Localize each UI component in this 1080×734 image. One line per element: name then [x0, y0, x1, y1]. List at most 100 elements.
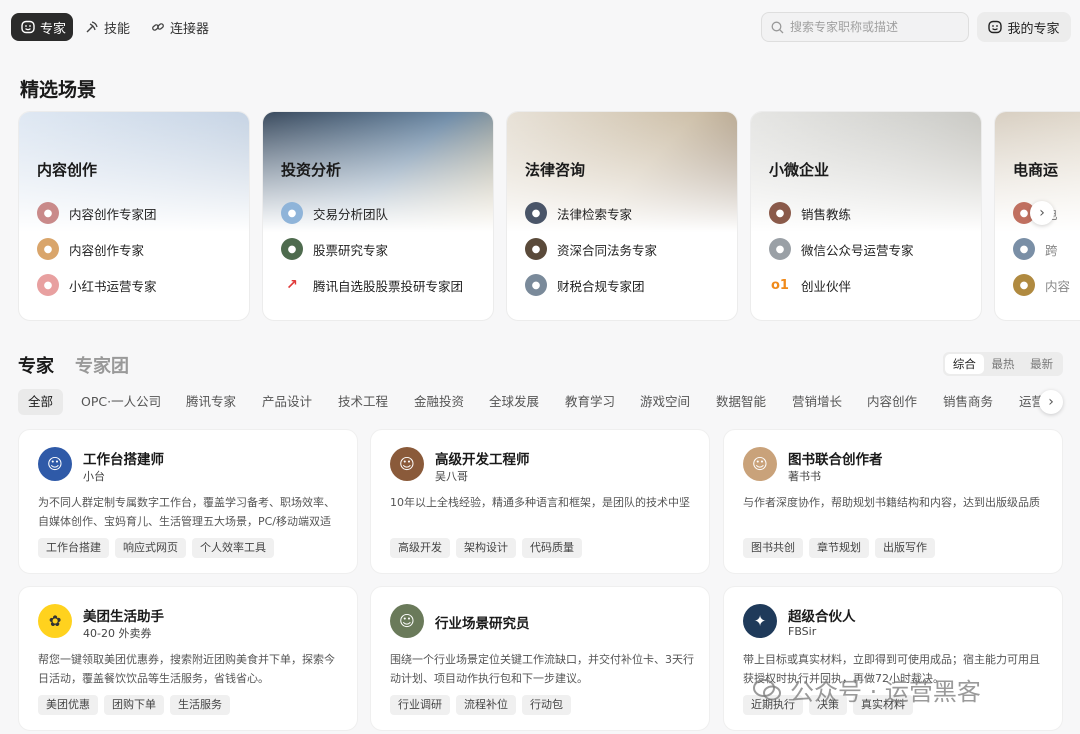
scene-title: 法律咨询 — [525, 161, 586, 179]
top-bar: 专家 技能 连接器 我的专家 — [0, 0, 1080, 56]
search-input[interactable] — [790, 20, 960, 34]
person-glasses-icon: ☺ — [743, 447, 777, 481]
category-education[interactable]: 教育学习 — [555, 389, 625, 415]
category-tencent[interactable]: 腾讯专家 — [176, 389, 246, 415]
scene-item[interactable]: ● 销售教练 — [769, 202, 851, 224]
avatar: ● — [37, 274, 59, 296]
tab-skills[interactable]: 技能 — [85, 13, 135, 41]
watermark-label: 公众号 · 运营黑客 — [790, 678, 981, 706]
tag: 流程补位 — [456, 695, 516, 715]
avatar: ● — [769, 202, 791, 224]
avatar: ● — [525, 238, 547, 260]
featured-next-button[interactable]: › — [1030, 201, 1054, 225]
scene-item[interactable]: ● 法律检索专家 — [525, 202, 632, 224]
tab-experts-label: 专家 — [40, 21, 67, 37]
scene-item-label: 跨 — [1045, 242, 1058, 258]
scene-item[interactable]: ● 跨 — [1013, 238, 1058, 260]
smile-face-icon — [988, 20, 1003, 34]
category-engineering[interactable]: 技术工程 — [328, 389, 398, 415]
tag: 行业调研 — [390, 695, 450, 715]
scene-item-label: 股票研究专家 — [313, 242, 389, 258]
tag-list: 美团优惠 团购下单 生活服务 — [38, 695, 236, 715]
category-data[interactable]: 数据智能 — [706, 389, 776, 415]
category-product-design[interactable]: 产品设计 — [252, 389, 322, 415]
scene-item-label: 内容创作专家团 — [69, 206, 157, 222]
expert-author: FBSir — [788, 625, 817, 638]
expert-card[interactable]: ☺ 图书联合创作者 著书书 与作者深度协作，帮助规划书籍结构和内容，达到出版级品… — [723, 429, 1063, 574]
category-gaming[interactable]: 游戏空间 — [630, 389, 700, 415]
sort-comprehensive[interactable]: 综合 — [945, 354, 984, 374]
person-blue-icon: ☺ — [38, 447, 72, 481]
category-global[interactable]: 全球发展 — [479, 389, 549, 415]
category-all[interactable]: 全部 — [18, 389, 64, 415]
scene-item[interactable]: ● 资深合同法务专家 — [525, 238, 657, 260]
tag: 个人效率工具 — [192, 538, 274, 558]
scene-card-content[interactable]: 内容创作 ● 内容创作专家团 ● 内容创作专家 ● 小红书运营专家 — [18, 111, 250, 321]
scene-item[interactable]: ● 内容创作专家 — [37, 238, 144, 260]
kangaroo-mascot-icon: ✿ — [38, 604, 72, 638]
category-sales[interactable]: 销售商务 — [933, 389, 1003, 415]
expert-name: 超级合伙人 — [788, 609, 856, 625]
expert-description: 帮您一键领取美团优惠券，搜索附近团购美食并下单，探索今日活动，覆盖餐饮饮品等生活… — [38, 653, 335, 685]
scene-item[interactable]: ● 财税合规专家团 — [525, 274, 645, 296]
featured-section-title: 精选场景 — [20, 79, 97, 101]
tab-expert-team[interactable]: 专家团 — [75, 352, 129, 378]
partner-logo-icon: o1 — [769, 274, 791, 296]
sort-newest[interactable]: 最新 — [1022, 354, 1061, 374]
scene-item[interactable]: ● 交易分析团队 — [281, 202, 388, 224]
scene-item[interactable]: ● 股票研究专家 — [281, 238, 388, 260]
scene-item[interactable]: ↗ 腾讯自选股股票投研专家团 — [281, 274, 463, 296]
avatar: ● — [769, 238, 791, 260]
scene-item[interactable]: ● 小红书运营专家 — [37, 274, 157, 296]
expert-name: 工作台搭建师 — [83, 452, 164, 468]
tab-connectors[interactable]: 连接器 — [151, 13, 215, 41]
scene-item-label: 财税合规专家团 — [557, 278, 645, 294]
expert-card[interactable]: ☺ 行业场景研究员 围绕一个行业场景定位关键工作流缺口，并交付补位卡、3天行动计… — [370, 586, 710, 731]
tag: 响应式网页 — [115, 538, 186, 558]
expert-card[interactable]: ✿ 美团生活助手 40-20 外卖券 帮您一键领取美团优惠券，搜索附近团购美食并… — [18, 586, 358, 731]
expert-name: 高级开发工程师 — [435, 452, 530, 468]
expert-card[interactable]: ✦ 超级合伙人 FBSir 带上目标或真实材料，立即得到可使用成品；宿主能力可用… — [723, 586, 1063, 731]
person-researcher-icon: ☺ — [390, 604, 424, 638]
scene-item[interactable]: ● 微信公众号运营专家 — [769, 238, 914, 260]
my-experts-button[interactable]: 我的专家 — [977, 12, 1071, 42]
tab-experts[interactable]: 专家 — [11, 13, 73, 41]
expert-card[interactable]: ☺ 高级开发工程师 吴八哥 10年以上全栈经验，精通多种语言和框架，是团队的技术… — [370, 429, 710, 574]
tab-skills-label: 技能 — [104, 21, 131, 37]
chevron-right-icon: › — [1048, 394, 1054, 410]
scene-item-label: 销售教练 — [801, 206, 852, 222]
scene-title: 小微企业 — [769, 161, 830, 179]
scene-item-label: 内容 — [1045, 278, 1071, 294]
category-filter-bar: 全部 OPC·一人公司 腾讯专家 产品设计 技术工程 金融投资 全球发展 教育学… — [18, 389, 1063, 415]
category-marketing[interactable]: 营销增长 — [782, 389, 852, 415]
wechat-icon — [753, 678, 781, 700]
scene-item-label: 法律检索专家 — [557, 206, 633, 222]
tag: 工作台搭建 — [38, 538, 109, 558]
tag: 代码质量 — [522, 538, 582, 558]
tab-expert[interactable]: 专家 — [18, 352, 54, 378]
category-finance[interactable]: 金融投资 — [404, 389, 474, 415]
avatar: ● — [37, 202, 59, 224]
category-content[interactable]: 内容创作 — [857, 389, 927, 415]
scene-item[interactable]: o1 创业伙伴 — [769, 274, 851, 296]
category-next-button[interactable]: › — [1039, 390, 1063, 414]
scene-item[interactable]: ● 内容 — [1013, 274, 1070, 296]
avatar: ● — [525, 202, 547, 224]
person-beard-icon: ☺ — [390, 447, 424, 481]
scene-card-small-business[interactable]: 小微企业 ● 销售教练 ● 微信公众号运营专家 o1 创业伙伴 — [750, 111, 982, 321]
constellation-icon: ✦ — [743, 604, 777, 638]
search-box[interactable] — [761, 12, 969, 42]
chevron-right-icon: › — [1039, 205, 1045, 221]
expert-name: 行业场景研究员 — [435, 616, 530, 632]
tag-list: 图书共创 章节规划 出版写作 — [743, 538, 941, 558]
scene-card-legal[interactable]: 法律咨询 ● 法律检索专家 ● 资深合同法务专家 ● 财税合规专家团 — [506, 111, 738, 321]
sort-hottest[interactable]: 最热 — [984, 354, 1023, 374]
tag-list: 工作台搭建 响应式网页 个人效率工具 — [38, 538, 280, 558]
scene-card-investment[interactable]: 投资分析 ● 交易分析团队 ● 股票研究专家 ↗ 腾讯自选股股票投研专家团 — [262, 111, 494, 321]
skill-wand-icon — [86, 21, 98, 33]
category-opc[interactable]: OPC·一人公司 — [71, 389, 171, 415]
tag: 高级开发 — [390, 538, 450, 558]
tag-list: 行业调研 流程补位 行动包 — [390, 695, 577, 715]
scene-item[interactable]: ● 内容创作专家团 — [37, 202, 157, 224]
expert-card[interactable]: ☺ 工作台搭建师 小台 为不同人群定制专属数字工作台，覆盖学习备考、职场效率、自… — [18, 429, 358, 574]
